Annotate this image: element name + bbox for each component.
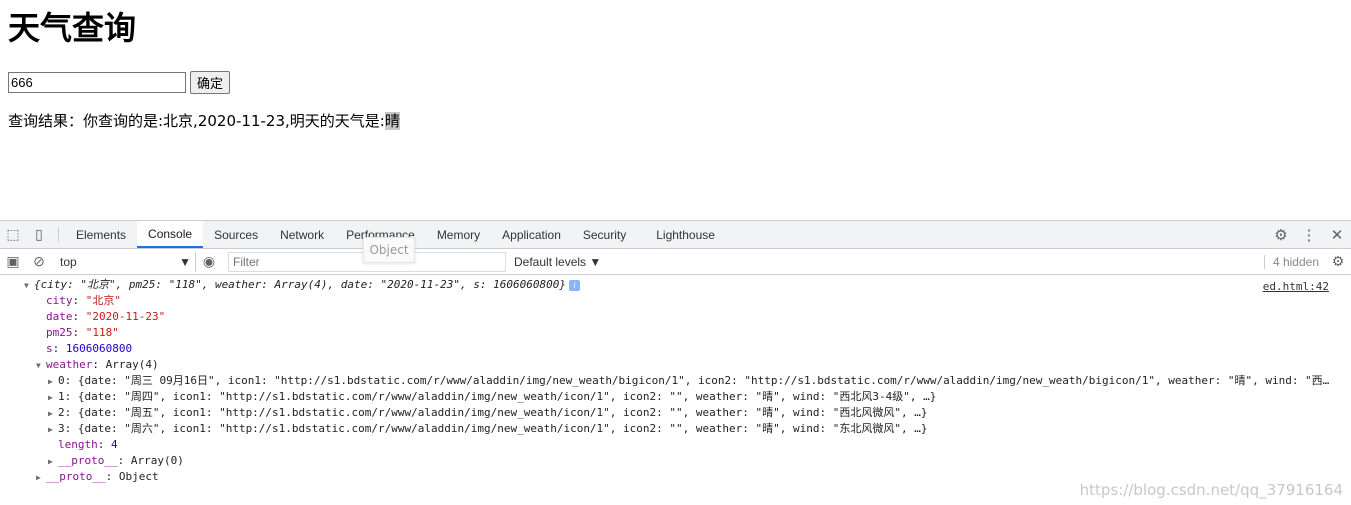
info-icon: i [568, 279, 580, 291]
result-weather: 晴 [384, 112, 400, 130]
console-output: ed.html:42 ▼ {city: "北京", pm25: "118", we… [0, 275, 1351, 504]
pm25-value: "118" [85, 326, 119, 339]
weather-row-text: 2: {date: "周五", icon1: "http://s1.bdstat… [58, 406, 928, 419]
tab-lighthouse[interactable]: Lighthouse [645, 221, 726, 248]
log-summary-row[interactable]: ▼ {city: "北京", pm25: "118", weather: Arra… [24, 277, 580, 294]
weather-row-0[interactable]: ▶ 0: {date: "周三 09月16日", icon1: "http://s… [48, 373, 1329, 390]
prop-weather[interactable]: ▼ weather: Array(4) [36, 357, 159, 374]
prop-date: date: "2020-11-23" [46, 310, 166, 323]
collapsed-triangle-icon: ▶ [48, 457, 53, 466]
collapsed-triangle-icon: ▶ [48, 377, 53, 386]
tab-sources[interactable]: Sources [203, 221, 269, 248]
log-levels-dropdown[interactable]: Default levels ▼ [514, 255, 601, 269]
hidden-messages-count: 4 hidden [1263, 254, 1325, 269]
tab-elements[interactable]: Elements [65, 221, 137, 248]
confirm-button[interactable]: 确定 [190, 71, 231, 94]
date-value: "2020-11-23" [85, 310, 166, 323]
prop-city: city: "北京" [46, 294, 121, 307]
source-link[interactable]: ed.html:42 [1263, 279, 1329, 295]
device-toolbar-icon[interactable]: ▯ [26, 221, 52, 248]
tab-memory[interactable]: Memory [426, 221, 491, 248]
collapsed-triangle-icon: ▶ [48, 393, 53, 402]
weather-row-text: 1: {date: "周四", icon1: "http://s1.bdstat… [58, 390, 937, 403]
more-options-icon[interactable]: ⋮ [1295, 226, 1323, 244]
proto-array-value: Array(0) [130, 454, 184, 467]
collapsed-triangle-icon: ▶ [36, 473, 41, 482]
inspect-element-icon[interactable]: ⬚ [0, 221, 26, 248]
s-value: 1606060800 [65, 342, 133, 355]
tab-network[interactable]: Network [269, 221, 335, 248]
expanded-triangle-icon: ▼ [36, 361, 41, 370]
weather-label: Array(4) [105, 358, 159, 371]
weather-row-1[interactable]: ▶ 1: {date: "周四", icon1: "http://s1.bdsta… [48, 389, 936, 406]
tab-application[interactable]: Application [491, 221, 572, 248]
clear-console-icon[interactable]: ⊘ [26, 253, 52, 270]
city-value: "北京" [85, 294, 121, 307]
log-summary: {city: "北京", pm25: "118", weather: Array… [34, 278, 566, 291]
devtools-tabbar-right: ⚙ ⋮ ✕ [1254, 221, 1351, 248]
weather-row-text: 3: {date: "周六", icon1: "http://s1.bdstat… [58, 422, 928, 435]
hover-tooltip: Object [363, 237, 415, 263]
proto-object-value: Object [118, 470, 159, 483]
tab-console[interactable]: Console [137, 221, 204, 248]
weather-row-3[interactable]: ▶ 3: {date: "周六", icon1: "http://s1.bdsta… [48, 421, 927, 438]
divider [58, 227, 59, 242]
console-settings-gear-icon[interactable]: ⚙ [1325, 253, 1351, 270]
watermark: https://blog.csdn.net/qq_37916164 [1079, 481, 1343, 499]
result-text: 查询结果：你查询的是:北京,2020-11-23,明天的天气是:晴 [8, 110, 400, 132]
sidebar-toggle-icon[interactable]: ▣ [0, 253, 26, 270]
weather-row-2[interactable]: ▶ 2: {date: "周五", icon1: "http://s1.bdsta… [48, 405, 927, 422]
console-toolbar-right: 4 hidden ⚙ [1263, 249, 1351, 274]
prop-proto-object[interactable]: ▶ __proto__: Object [36, 469, 159, 486]
weather-row-text: 0: {date: "周三 09月16日", icon1: "http://s1… [58, 374, 1330, 387]
devtools-tabbar: ⬚ ▯ Elements Console Sources Network Per… [0, 221, 1351, 249]
expanded-triangle-icon: ▼ [24, 281, 29, 290]
context-select[interactable]: top ▼ [56, 251, 196, 272]
live-expression-eye-icon[interactable]: ◉ [196, 253, 222, 270]
close-icon[interactable]: ✕ [1323, 226, 1351, 244]
prop-pm25: pm25: "118" [46, 326, 119, 339]
devtools-panel: ⬚ ▯ Elements Console Sources Network Per… [0, 220, 1351, 505]
length-value: 4 [111, 438, 118, 451]
collapsed-triangle-icon: ▶ [48, 425, 53, 434]
collapsed-triangle-icon: ▶ [48, 409, 53, 418]
tab-security[interactable]: Security [572, 221, 637, 248]
prop-proto-array[interactable]: ▶ __proto__: Array(0) [48, 453, 184, 470]
prop-s: s: 1606060800 [46, 342, 133, 355]
page-title: 天气查询 [8, 9, 137, 47]
settings-gear-icon[interactable]: ⚙ [1267, 226, 1295, 244]
chevron-down-icon: ▼ [179, 254, 191, 269]
console-toolbar: ▣ ⊘ top ▼ ◉ Default levels ▼ 4 hidden ⚙ [0, 249, 1351, 275]
city-input[interactable] [8, 72, 186, 93]
context-value: top [60, 254, 77, 269]
result-prefix: 查询结果：你查询的是:北京,2020-11-23,明天的天气是: [8, 112, 385, 130]
prop-length: length: 4 [58, 438, 118, 451]
page-content: 天气查询 确定 查询结果：你查询的是:北京,2020-11-23,明天的天气是:… [0, 0, 1351, 220]
search-row: 确定 [8, 71, 231, 94]
